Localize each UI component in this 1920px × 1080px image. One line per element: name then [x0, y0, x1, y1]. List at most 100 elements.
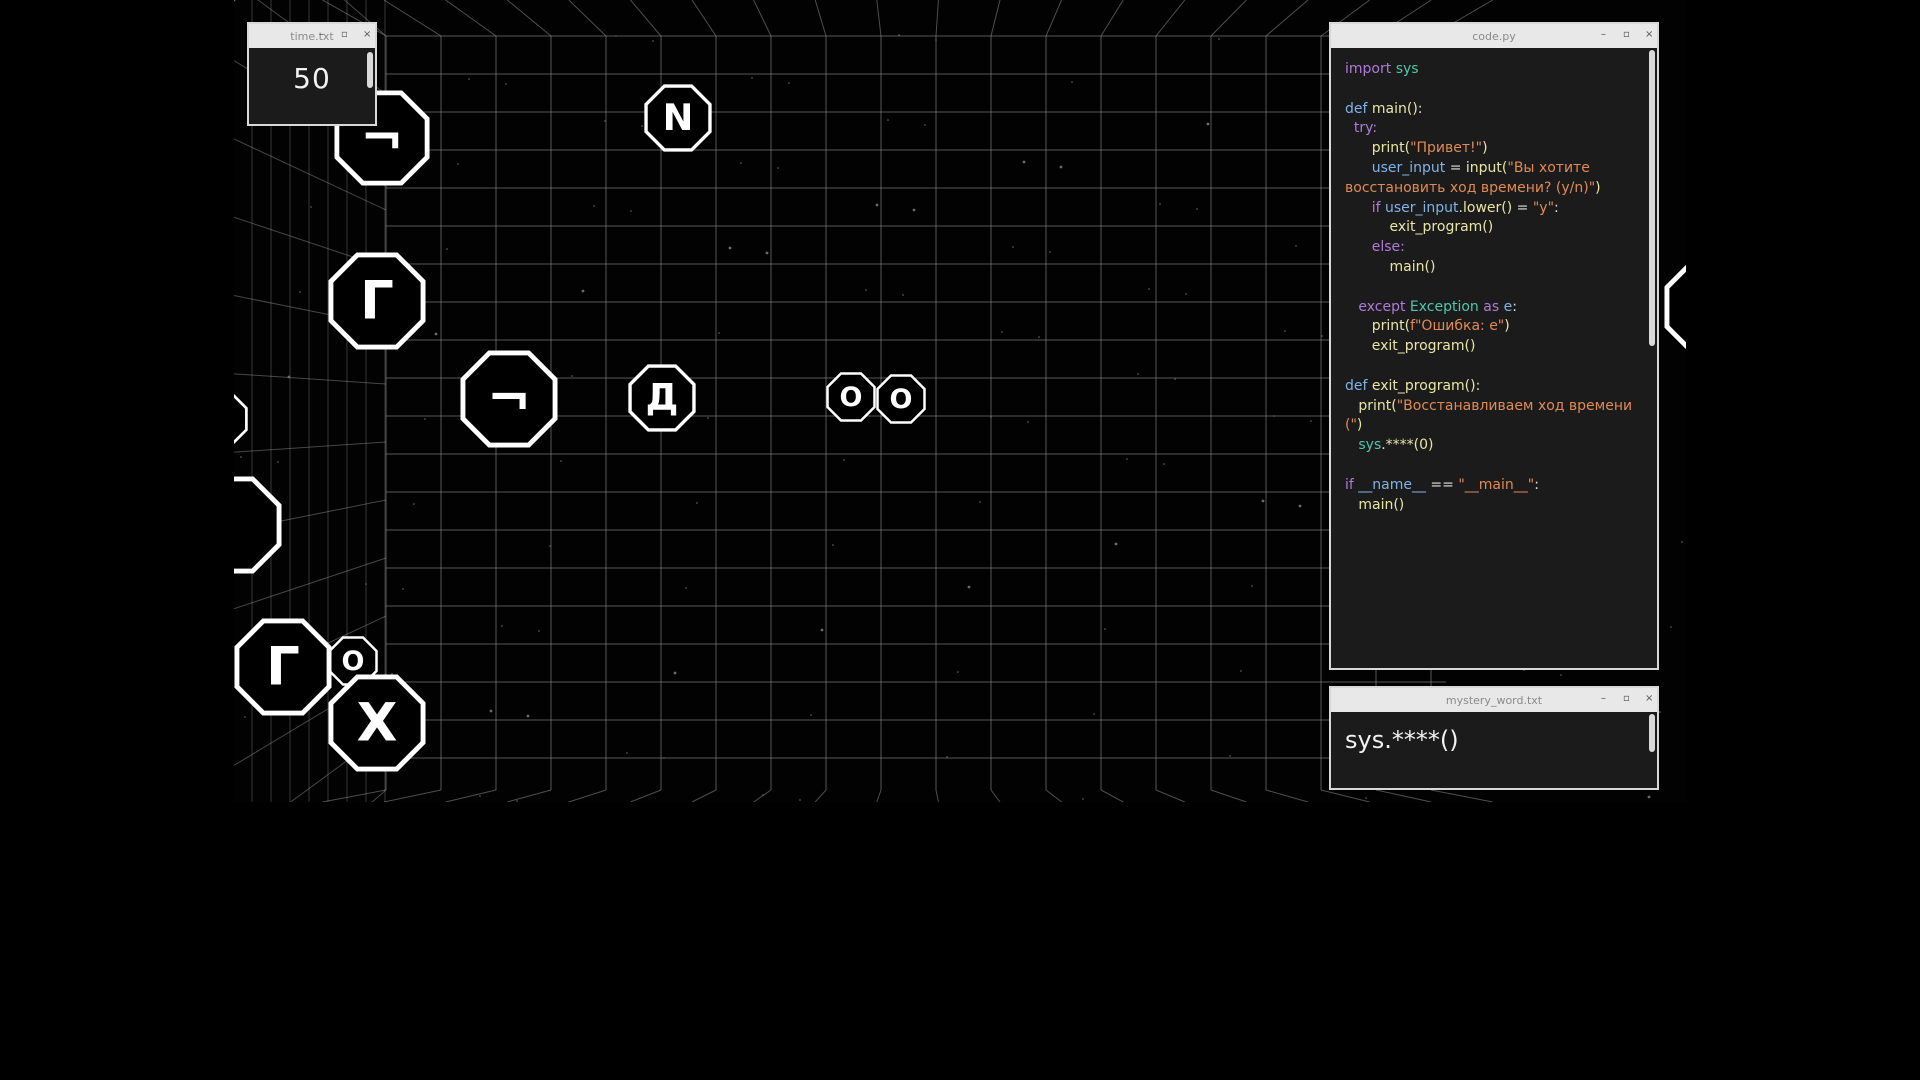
code-token: sys: [1358, 437, 1382, 454]
code-token: import: [1345, 61, 1392, 77]
code-token: :: [1554, 199, 1559, 216]
code-line: exit_program(): [1345, 218, 1632, 238]
code-line: print("Восстанавливаем ход времени: [1345, 397, 1632, 417]
tile-glyph: Г: [266, 637, 300, 698]
tile-glyph: O: [890, 384, 913, 415]
time-window-body: 50: [249, 48, 375, 124]
code-token: print(: [1371, 140, 1411, 157]
time-window-titlebar[interactable]: time.txt – ▫ ×: [249, 24, 375, 48]
code-line: user_input = input("Вы хотите: [1345, 159, 1632, 179]
code-editor[interactable]: import sys def main(): try: print("Привет…: [1331, 48, 1657, 668]
code-token: sys: [1395, 61, 1419, 77]
letter-tile-partial-left-1[interactable]: V: [234, 392, 248, 446]
code-token: (": [1345, 417, 1357, 434]
code-token: "y": [1532, 199, 1555, 216]
minimize-icon[interactable]: –: [1601, 693, 1606, 704]
letter-tile-partial-left-2[interactable]: [234, 476, 282, 574]
code-token: if: [1371, 199, 1381, 216]
code-token: def: [1345, 377, 1368, 394]
time-window[interactable]: time.txt – ▫ × 50: [247, 22, 377, 126]
code-token: else:: [1371, 239, 1405, 256]
code-token: main(): [1358, 496, 1405, 513]
code-token: __name__: [1358, 476, 1426, 493]
code-line: print("Привет!"): [1345, 139, 1632, 159]
code-token: e: [1503, 298, 1513, 315]
code-line: else:: [1345, 238, 1632, 258]
code-line: try:: [1345, 119, 1632, 139]
code-token: восстановить ход времени? (y/n)": [1345, 179, 1596, 196]
code-line: sys.****(0): [1345, 436, 1632, 456]
code-token: Exception: [1409, 298, 1479, 315]
code-token: lower(): [1463, 199, 1513, 216]
letter-tile-o-2[interactable]: O: [876, 374, 926, 424]
code-token: "__main__": [1458, 476, 1535, 493]
maximize-icon[interactable]: ▫: [1623, 29, 1630, 40]
tile-glyph: O: [840, 382, 863, 413]
letter-tile-corner-tr-2[interactable]: ¬: [460, 350, 558, 448]
code-window-titlebar[interactable]: code.py – ▫ ×: [1331, 24, 1657, 48]
letter-tile-n[interactable]: N: [644, 84, 712, 152]
code-line: except Exception as e:: [1345, 298, 1632, 318]
minimize-icon[interactable]: –: [1601, 29, 1606, 40]
code-token: exit_program(): [1389, 219, 1494, 236]
code-token: "Привет!": [1410, 140, 1483, 157]
code-line: import sys: [1345, 60, 1632, 80]
mystery-window-scrollbar[interactable]: [1649, 714, 1655, 752]
code-line: восстановить ход времени? (y/n)"): [1345, 179, 1632, 199]
code-token: as: [1483, 298, 1500, 315]
time-remaining-value: 50: [293, 62, 331, 95]
time-window-scrollbar[interactable]: [367, 52, 373, 88]
letter-tile-d[interactable]: Д: [628, 364, 696, 432]
code-token: "Вы хотите: [1507, 159, 1590, 176]
tile-glyph: Г: [360, 271, 394, 332]
code-token: user_input: [1371, 159, 1446, 176]
code-line: if __name__ == "__main__":: [1345, 476, 1632, 496]
code-window-scrollbar[interactable]: [1649, 50, 1655, 346]
code-line: def main():: [1345, 100, 1632, 120]
tile-glyph: Д: [646, 376, 679, 419]
letter-tile-o-1[interactable]: O: [826, 372, 876, 422]
mystery-window[interactable]: mystery_word.txt – ▫ × sys.****(): [1329, 686, 1659, 790]
code-token: if: [1345, 476, 1354, 493]
code-token: print(: [1371, 318, 1411, 335]
close-icon[interactable]: ×: [1645, 693, 1653, 704]
code-line: if user_input.lower() = "y":: [1345, 199, 1632, 219]
letter-tile-g-left[interactable]: Г: [234, 618, 332, 716]
code-token: ): [1356, 417, 1363, 434]
close-icon[interactable]: ×: [363, 29, 371, 40]
code-token: input(: [1465, 159, 1508, 176]
close-icon[interactable]: ×: [1645, 29, 1653, 40]
letter-tile-x[interactable]: X: [328, 674, 426, 772]
maximize-icon[interactable]: ▫: [341, 29, 348, 40]
minimize-icon[interactable]: –: [319, 29, 324, 40]
code-token: :: [1534, 476, 1539, 493]
letter-tile-corner-tl[interactable]: Г: [328, 252, 426, 350]
code-window[interactable]: code.py – ▫ × import sys def main(): try:…: [1329, 22, 1659, 670]
code-line: def exit_program():: [1345, 377, 1632, 397]
code-token: exit_program(): [1371, 338, 1476, 355]
code-token: try:: [1353, 120, 1378, 137]
code-token: ): [1595, 179, 1601, 196]
code-line: exit_program(): [1345, 337, 1632, 357]
mystery-window-titlebar[interactable]: mystery_word.txt – ▫ ×: [1331, 688, 1657, 712]
maximize-icon[interactable]: ▫: [1623, 693, 1630, 704]
tile-glyph: N: [663, 96, 694, 139]
code-token: f"Ошибка: e": [1410, 318, 1505, 335]
code-line: ("): [1345, 416, 1632, 436]
code-token: exit_program():: [1371, 377, 1481, 394]
mystery-window-body: sys.****(): [1331, 712, 1657, 788]
code-token: "Восстанавливаем ход времени: [1396, 397, 1633, 414]
letter-tile-partial-right[interactable]: I: [1664, 258, 1686, 356]
code-token: except: [1358, 298, 1406, 315]
